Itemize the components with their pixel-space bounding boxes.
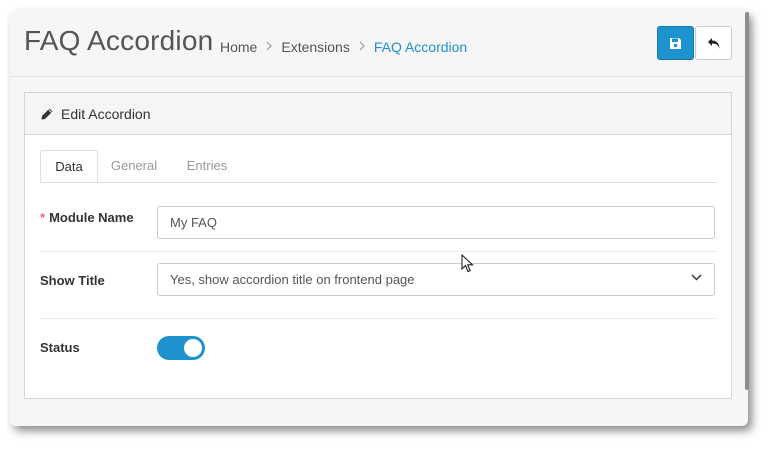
tab-bar: Data General Entries xyxy=(40,150,717,183)
breadcrumb: Home Extensions FAQ Accordion xyxy=(220,38,467,56)
module-name-label: * Module Name xyxy=(40,210,134,225)
reply-icon xyxy=(707,37,721,50)
back-button[interactable] xyxy=(695,26,732,60)
page-title: FAQ Accordion xyxy=(24,25,214,56)
edit-panel: Edit Accordion Data General Entries * Mod… xyxy=(24,92,732,399)
breadcrumb-faq-accordion[interactable]: FAQ Accordion xyxy=(374,38,467,56)
status-label: Status xyxy=(40,340,80,355)
chevron-down-icon xyxy=(691,274,702,281)
breadcrumb-home[interactable]: Home xyxy=(220,38,257,56)
required-marker: * xyxy=(40,210,46,225)
panel-title: Edit Accordion xyxy=(61,105,151,122)
admin-window: FAQ Accordion Home Extensions FAQ Accord… xyxy=(10,10,748,426)
toggle-knob xyxy=(184,339,202,357)
show-title-select[interactable]: Yes, show accordion title on frontend pa… xyxy=(157,263,715,296)
status-row: Status xyxy=(40,318,717,378)
panel-heading: Edit Accordion xyxy=(25,93,731,135)
pencil-icon xyxy=(40,107,54,121)
breadcrumb-separator-icon xyxy=(359,38,365,56)
show-title-selected-value: Yes, show accordion title on frontend pa… xyxy=(170,272,415,287)
status-toggle[interactable] xyxy=(157,336,205,360)
save-icon xyxy=(669,37,682,50)
save-button[interactable] xyxy=(657,26,694,60)
mouse-cursor-icon xyxy=(461,253,475,279)
tab-data[interactable]: Data xyxy=(40,150,98,182)
tab-entries[interactable]: Entries xyxy=(180,150,234,182)
module-name-label-text: Module Name xyxy=(49,210,134,225)
breadcrumb-extensions[interactable]: Extensions xyxy=(281,38,349,56)
breadcrumb-separator-icon xyxy=(266,38,273,56)
tab-general[interactable]: General xyxy=(106,150,162,182)
module-name-input[interactable]: My FAQ xyxy=(157,206,715,239)
module-name-row: * Module Name My FAQ xyxy=(40,200,717,252)
show-title-row: Show Title Yes, show accordion title on … xyxy=(40,251,717,319)
page-header: FAQ Accordion Home Extensions FAQ Accord… xyxy=(10,10,748,77)
scrollbar[interactable] xyxy=(745,12,749,390)
show-title-label: Show Title xyxy=(40,273,105,288)
